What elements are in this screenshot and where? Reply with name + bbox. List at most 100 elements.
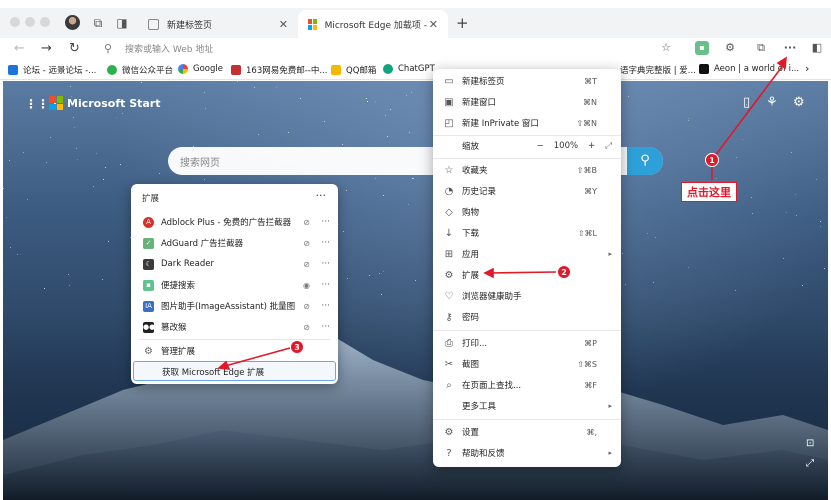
hidden-eye-icon[interactable]: ⊘ xyxy=(303,239,310,248)
star-dot xyxy=(405,95,407,97)
more-options-icon[interactable]: ··· xyxy=(321,280,330,290)
extension-row-quick-search[interactable]: ▪ 便捷搜索 ◉ ··· xyxy=(131,275,338,295)
back-arrow-icon[interactable]: ← xyxy=(14,40,25,58)
bookmark-item[interactable]: ChatGPT xyxy=(383,64,435,74)
more-options-icon[interactable]: ··· xyxy=(316,189,327,202)
zoom-out-icon[interactable]: − xyxy=(537,141,544,151)
manage-extensions-item[interactable]: ⚙ 管理扩展 xyxy=(131,341,338,361)
star-dot xyxy=(382,194,384,196)
extension-pin-icon[interactable]: ▪ xyxy=(695,41,709,55)
search-icon[interactable]: ⚲ xyxy=(627,147,663,175)
extension-row-image-assistant[interactable]: IA 图片助手(ImageAssistant) 批量图... ⊘ ··· xyxy=(131,296,338,316)
bookmark-item[interactable]: 语字典完整版 | 爱... xyxy=(620,64,696,76)
menu-item-apps[interactable]: ⊞ 应用 ▸ xyxy=(433,244,621,264)
zoom-in-icon[interactable]: + xyxy=(588,141,595,151)
extension-row-adblock-plus[interactable]: A Adblock Plus - 免费的广告拦截器 ⊘ ··· xyxy=(131,212,338,232)
hidden-eye-icon[interactable]: ⊘ xyxy=(303,218,310,227)
mobile-phone-icon[interactable]: ▯ xyxy=(743,95,750,110)
menu-item-favorites[interactable]: ☆ 收藏夹 ⇧⌘B xyxy=(433,160,621,180)
zoom-level: 100% xyxy=(553,141,579,151)
get-edge-extensions-item[interactable]: 获取 Microsoft Edge 扩展 xyxy=(133,361,336,381)
collections-icon[interactable]: ⧉ xyxy=(754,41,768,55)
rewards-icon[interactable]: ⚘ xyxy=(766,95,778,110)
menu-item-help[interactable]: ? 帮助和反馈 ▸ xyxy=(433,443,621,463)
star-dot xyxy=(237,81,239,82)
star-dot xyxy=(389,108,391,110)
star-dot xyxy=(796,215,798,217)
menu-item-passwords[interactable]: ⚷ 密码 xyxy=(433,307,621,327)
address-input[interactable]: 搜索或输入 Web 地址 xyxy=(125,42,213,55)
search-ext-icon: ▪ xyxy=(143,279,154,291)
menu-item-downloads[interactable]: ↓ 下载 ⇧⌘L xyxy=(433,223,621,243)
menu-item-extensions[interactable]: ⚙ 扩展 xyxy=(433,265,621,285)
fullscreen-icon[interactable]: ⤢ xyxy=(605,141,612,151)
settings-gear-icon[interactable]: ⚙ xyxy=(793,95,805,110)
star-dot xyxy=(688,118,690,120)
help-icon: ? xyxy=(446,447,452,459)
refresh-icon[interactable]: ↻ xyxy=(69,40,80,58)
wallpaper-info-icon[interactable]: ⊡ xyxy=(806,438,814,449)
bookmarks-overflow-chevron-icon[interactable]: › xyxy=(805,62,809,75)
annotation-callout: 点击这里 xyxy=(681,182,737,202)
star-dot xyxy=(22,152,24,154)
bookmark-item[interactable]: 163网易免费邮--中... xyxy=(231,64,327,76)
more-options-icon[interactable]: ··· xyxy=(321,217,330,227)
window-minimize-dot[interactable] xyxy=(25,17,35,27)
menu-item-new-window[interactable]: ▣ 新建窗口 ⌘N xyxy=(433,92,621,112)
search-input[interactable]: 搜索网页 xyxy=(180,154,220,169)
more-dots-icon[interactable]: ··· xyxy=(783,41,797,55)
forward-arrow-icon[interactable]: → xyxy=(41,40,52,58)
menu-item-find-on-page[interactable]: ⌕ 在页面上查找... ⌘F xyxy=(433,375,621,395)
bookmark-item[interactable]: 微信公众平台 xyxy=(107,64,173,76)
new-tab-plus-icon[interactable]: + xyxy=(456,14,469,32)
vertical-tabs-icon[interactable]: ◨ xyxy=(114,15,130,31)
hidden-eye-icon[interactable]: ⊘ xyxy=(303,323,310,332)
bookmark-item[interactable]: Aeon | a world of i... xyxy=(699,64,799,74)
profile-avatar-icon[interactable] xyxy=(65,15,80,30)
extensions-puzzle-icon[interactable]: ⚙ xyxy=(723,41,737,55)
bookmark-item[interactable]: Google xyxy=(178,64,223,74)
workspaces-icon[interactable]: ⧉ xyxy=(90,15,106,31)
hidden-eye-icon[interactable]: ⊘ xyxy=(303,260,310,269)
hidden-eye-icon[interactable]: ⊘ xyxy=(303,302,310,311)
close-icon[interactable]: ✕ xyxy=(279,18,288,31)
sidebar-toggle-icon[interactable]: ◧ xyxy=(810,41,824,55)
menu-item-screenshot[interactable]: ✂ 截图 ⇧⌘S xyxy=(433,354,621,374)
star-dot xyxy=(70,85,72,87)
more-options-icon[interactable]: ··· xyxy=(321,259,330,269)
star-dot xyxy=(687,120,689,122)
more-options-icon[interactable]: ··· xyxy=(321,322,330,332)
bookmark-item[interactable]: QQ邮箱 xyxy=(331,64,376,76)
menu-item-print[interactable]: ⎙ 打印... ⌘P xyxy=(433,333,621,353)
tab-edge-addons[interactable]: Microsoft Edge 加载项 - image ✕ xyxy=(298,10,448,38)
extension-row-dark-reader[interactable]: ☾ Dark Reader ⊘ ··· xyxy=(131,254,338,274)
more-options-icon[interactable]: ··· xyxy=(321,238,330,248)
menu-item-browser-health[interactable]: ♡ 浏览器健康助手 xyxy=(433,286,621,306)
qq-mail-icon xyxy=(331,65,341,75)
window-close-dot[interactable] xyxy=(10,17,20,27)
aeon-icon xyxy=(699,64,709,74)
menu-item-new-tab[interactable]: ▭ 新建标签页 ⌘T xyxy=(433,71,621,91)
star-dot xyxy=(92,186,94,188)
password-icon: ⚷ xyxy=(445,311,453,323)
tab-page-icon xyxy=(148,18,159,30)
menu-item-history[interactable]: ◔ 历史记录 ⌘Y xyxy=(433,181,621,201)
extension-row-adguard[interactable]: ✓ AdGuard 广告拦截器 ⊘ ··· xyxy=(131,233,338,253)
menu-item-more-tools[interactable]: 更多工具 ▸ xyxy=(433,396,621,416)
close-icon[interactable]: ✕ xyxy=(429,18,438,31)
star-dot xyxy=(412,178,414,180)
more-options-icon[interactable]: ··· xyxy=(321,301,330,311)
window-zoom-dot[interactable] xyxy=(40,17,50,27)
extension-row-tampermonkey[interactable]: ●● 篡改猴 ⊘ ··· xyxy=(131,317,338,337)
menu-item-shopping[interactable]: ◇ 购物 xyxy=(433,202,621,222)
star-dot xyxy=(374,177,376,179)
fullscreen-expand-icon[interactable]: ⤢ xyxy=(806,458,814,469)
bookmark-item[interactable]: 论坛 - 远景论坛 -... xyxy=(8,64,96,76)
menu-item-inprivate[interactable]: ◰ 新建 InPrivate 窗口 ⇧⌘N xyxy=(433,113,621,133)
menu-item-settings[interactable]: ⚙ 设置 ⌘, xyxy=(433,422,621,442)
star-dot xyxy=(49,137,51,139)
favorite-star-icon[interactable]: ☆ xyxy=(659,41,673,55)
visible-eye-icon[interactable]: ◉ xyxy=(303,281,310,290)
microsoft-start-logo[interactable]: Microsoft Start xyxy=(49,96,160,110)
tab-new-tab[interactable]: 新建标签页 ✕ xyxy=(138,10,298,38)
